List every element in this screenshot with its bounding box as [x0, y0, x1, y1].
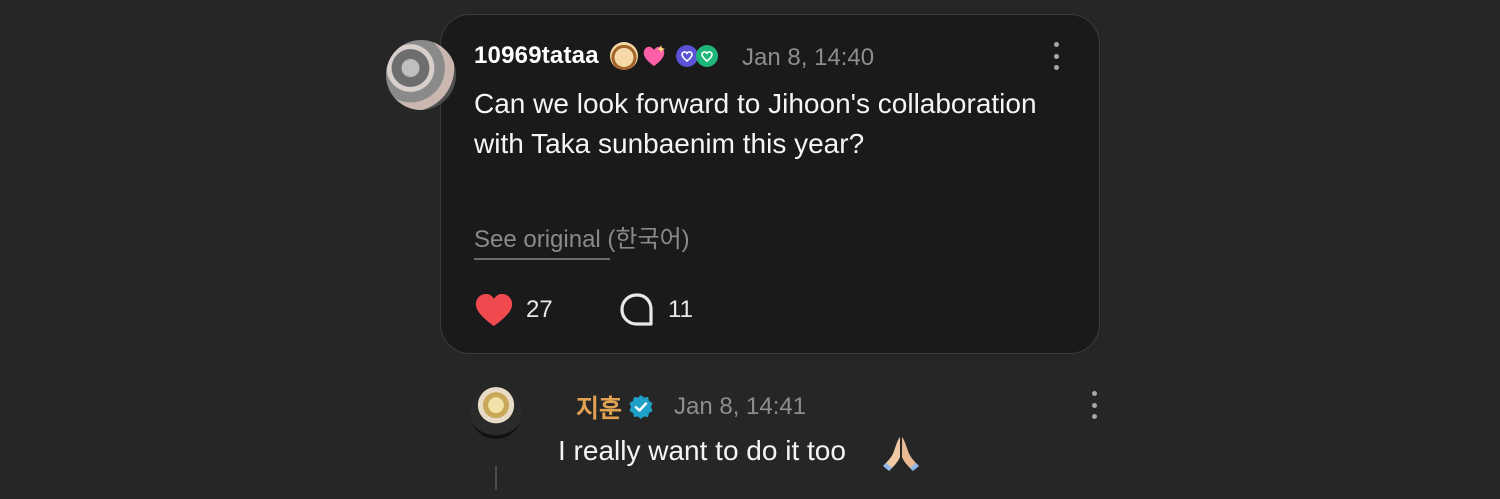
like-button[interactable]: 27 [474, 290, 553, 330]
reply-text: I really want to do it too [558, 435, 846, 466]
dog-face-emoji-icon [610, 42, 638, 70]
comment-icon [620, 293, 653, 326]
reply-more-icon[interactable] [1084, 391, 1104, 419]
reply-count: 11 [668, 296, 693, 323]
comment-text: Can we look forward to Jihoon's collabor… [474, 88, 1037, 159]
thread-line [495, 466, 497, 490]
username-badges [610, 41, 718, 71]
comment-timestamp: Jan 8, 14:40 [742, 44, 875, 71]
like-count: 27 [526, 296, 553, 323]
reply-button[interactable]: 11 [618, 290, 693, 330]
folded-hands-emoji-icon [883, 437, 919, 471]
commenter-avatar[interactable] [386, 40, 456, 110]
see-original-underline [474, 258, 610, 260]
sparkling-heart-emoji-icon [640, 42, 668, 70]
heart-icon [475, 293, 513, 326]
replier-username[interactable]: 지훈 [576, 389, 622, 425]
blue-badge-icon [676, 45, 698, 67]
comment-more-icon[interactable] [1046, 42, 1066, 70]
green-badge-icon [696, 45, 718, 67]
verified-icon [629, 395, 653, 419]
see-original-link[interactable]: See original (한국어) [474, 219, 690, 254]
commenter-username[interactable]: 10969tataa [474, 42, 599, 70]
reply-timestamp: Jan 8, 14:41 [674, 393, 807, 420]
replier-avatar[interactable] [470, 387, 522, 439]
